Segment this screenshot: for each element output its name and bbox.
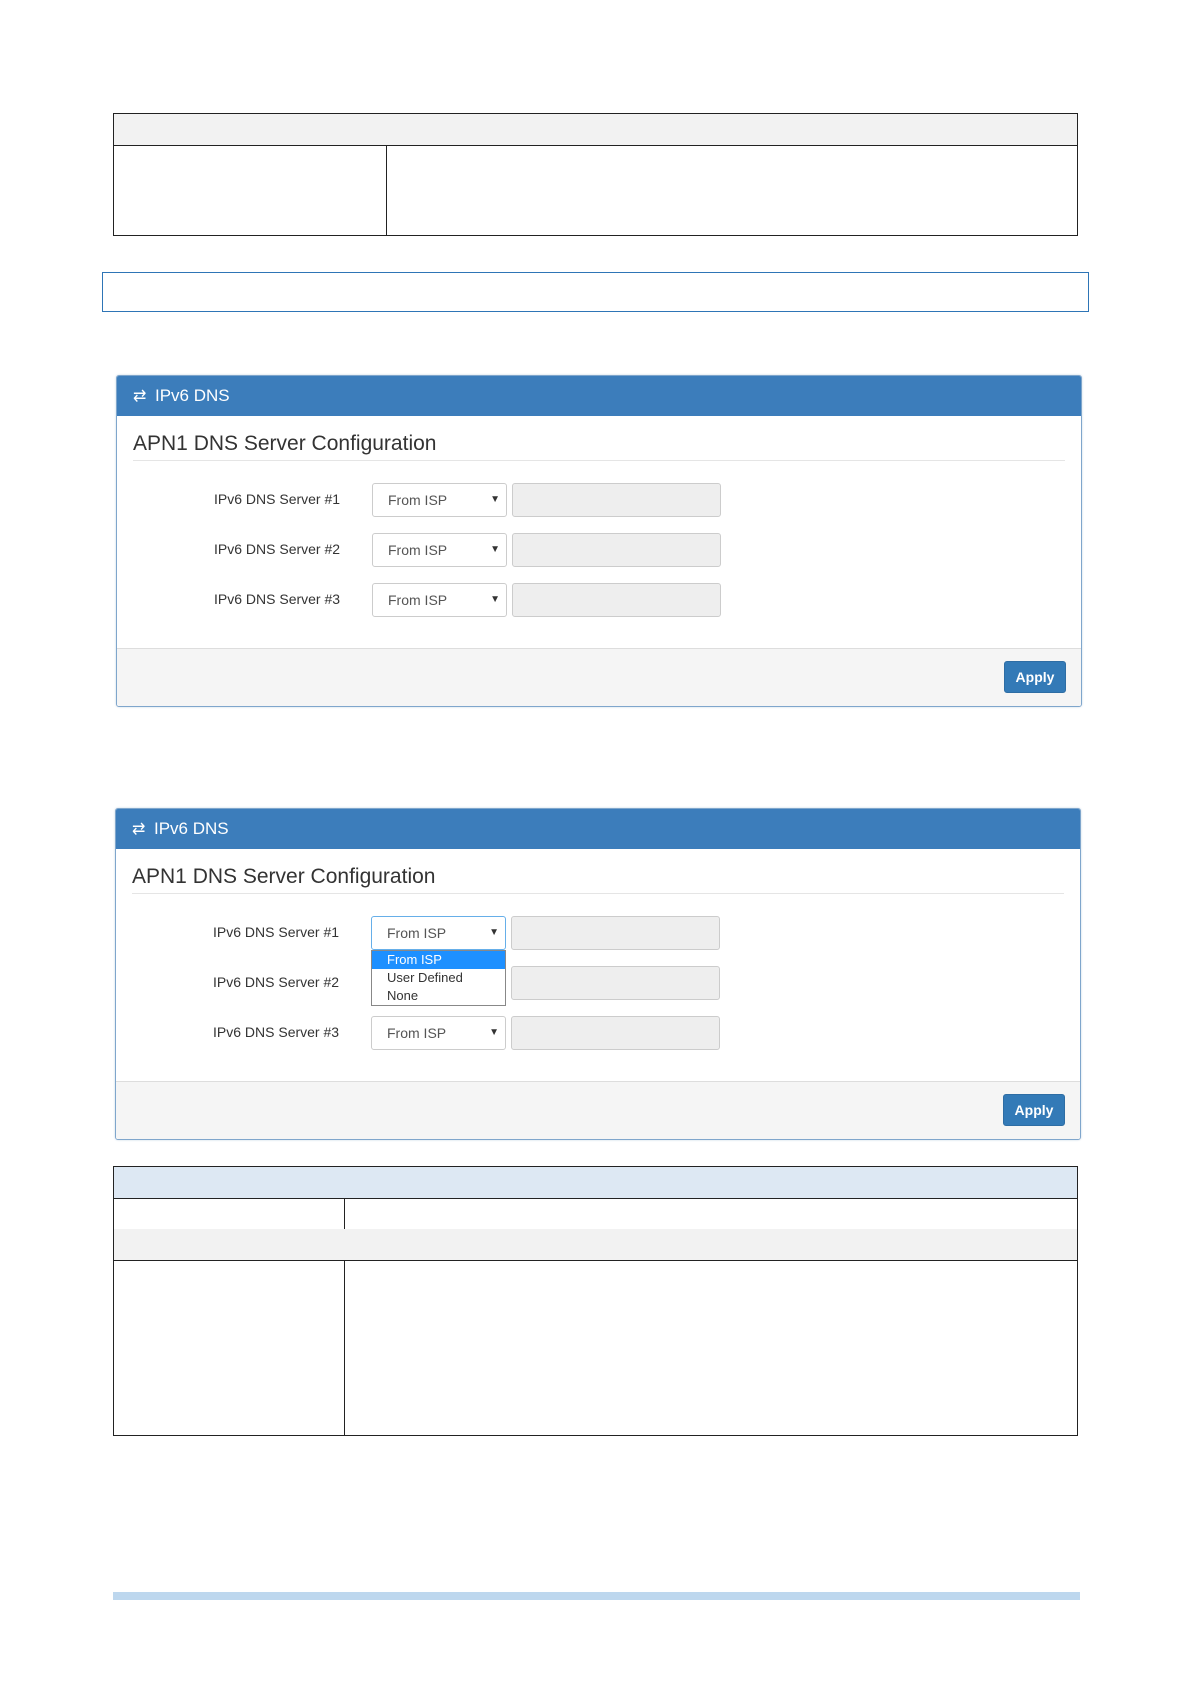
dns-server-3-select[interactable]: From ISP ▼ bbox=[371, 1016, 506, 1050]
select-value: From ISP bbox=[387, 925, 447, 941]
dns-server-1-select[interactable]: From ISP ▼ bbox=[372, 483, 507, 517]
doc-table-top bbox=[113, 113, 1078, 236]
dns-server-2-input[interactable] bbox=[511, 966, 720, 1000]
doc-table-header bbox=[114, 114, 1077, 146]
caret-down-icon: ▼ bbox=[490, 594, 500, 605]
panel-divider bbox=[132, 893, 1064, 894]
panel-title: APN1 DNS Server Configuration bbox=[133, 432, 437, 455]
dropdown-option-user-defined[interactable]: User Defined bbox=[372, 969, 505, 987]
doc-table-subheader bbox=[114, 1229, 1077, 1261]
panel-footer: Apply bbox=[117, 648, 1081, 706]
caret-down-icon: ▼ bbox=[489, 927, 499, 938]
dns-server-1-label: IPv6 DNS Server #1 bbox=[214, 491, 341, 507]
panel-header-title: IPv6 DNS bbox=[155, 386, 230, 405]
caret-down-icon: ▼ bbox=[489, 1027, 499, 1038]
dns-server-3-select[interactable]: From ISP ▼ bbox=[372, 583, 507, 617]
apply-button[interactable]: Apply bbox=[1003, 1094, 1065, 1126]
panel-header: ⇄ IPv6 DNS bbox=[116, 809, 1080, 849]
dns-server-1-select[interactable]: From ISP ▼ bbox=[371, 916, 506, 950]
doc-table-row bbox=[114, 1198, 1077, 1230]
select-value: From ISP bbox=[387, 1025, 447, 1041]
select-value: From ISP bbox=[388, 492, 448, 508]
dns-server-2-input[interactable] bbox=[512, 533, 721, 567]
dropdown-option-from-isp[interactable]: From ISP bbox=[372, 951, 505, 969]
dns-server-3-input[interactable] bbox=[512, 583, 721, 617]
dns-server-3-label: IPv6 DNS Server #3 bbox=[214, 591, 341, 607]
apply-button[interactable]: Apply bbox=[1004, 661, 1066, 693]
panel-footer: Apply bbox=[116, 1081, 1080, 1139]
caret-down-icon: ▼ bbox=[490, 494, 500, 505]
dns-server-2-label: IPv6 DNS Server #2 bbox=[213, 974, 340, 990]
dns-server-3-label: IPv6 DNS Server #3 bbox=[213, 1024, 340, 1040]
doc-table-divider bbox=[386, 145, 387, 235]
page-footer-bar bbox=[113, 1592, 1080, 1600]
caret-down-icon: ▼ bbox=[490, 544, 500, 555]
dns-server-1-label: IPv6 DNS Server #1 bbox=[213, 924, 340, 940]
exchange-arrows-icon: ⇄ bbox=[133, 388, 147, 405]
exchange-arrows-icon: ⇄ bbox=[132, 821, 146, 838]
panel-divider bbox=[133, 460, 1065, 461]
panel-title: APN1 DNS Server Configuration bbox=[132, 865, 436, 888]
dns-server-1-dropdown: From ISP User Defined None bbox=[371, 950, 506, 1006]
panel-header-title: IPv6 DNS bbox=[154, 819, 229, 838]
ipv6-dns-panel-1: ⇄ IPv6 DNS APN1 DNS Server Configuration … bbox=[116, 375, 1082, 707]
doc-table-header bbox=[114, 1167, 1077, 1199]
note-box bbox=[102, 272, 1089, 312]
dns-server-2-label: IPv6 DNS Server #2 bbox=[214, 541, 341, 557]
ipv6-dns-panel-2: ⇄ IPv6 DNS APN1 DNS Server Configuration … bbox=[115, 808, 1081, 1140]
dropdown-option-none[interactable]: None bbox=[372, 987, 505, 1005]
select-value: From ISP bbox=[388, 592, 448, 608]
doc-table-divider bbox=[344, 1260, 345, 1435]
doc-table-bottom bbox=[113, 1166, 1078, 1436]
dns-server-2-select[interactable]: From ISP ▼ bbox=[372, 533, 507, 567]
dns-server-1-input[interactable] bbox=[511, 916, 720, 950]
panel-header: ⇄ IPv6 DNS bbox=[117, 376, 1081, 416]
select-value: From ISP bbox=[388, 542, 448, 558]
dns-server-3-input[interactable] bbox=[511, 1016, 720, 1050]
dns-server-1-input[interactable] bbox=[512, 483, 721, 517]
doc-table-divider bbox=[344, 1198, 345, 1229]
